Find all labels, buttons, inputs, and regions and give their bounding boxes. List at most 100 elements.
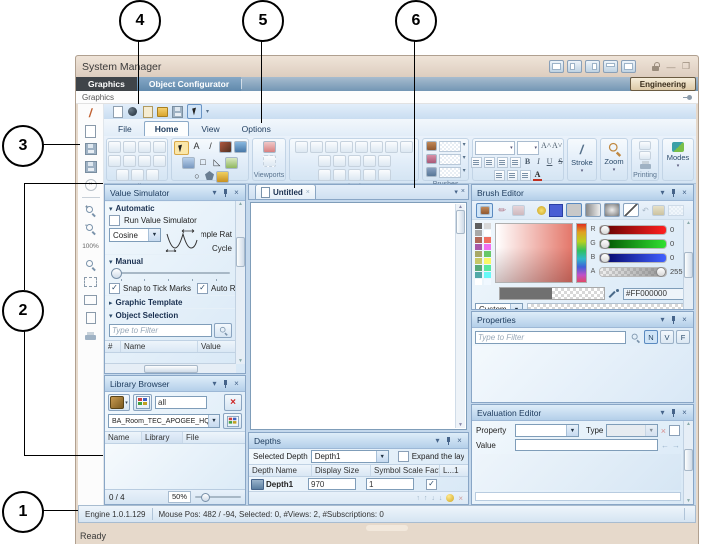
section-automatic[interactable]: ▾ Automatic [105,201,236,214]
shrink-font-icon[interactable]: A˅ [552,141,561,155]
add-depth-icon[interactable] [446,494,454,502]
column-value[interactable]: Value [198,341,236,352]
blue-slider[interactable] [599,253,667,263]
align-right-icon[interactable] [497,157,508,168]
selected-depth-select[interactable]: Depth1 ▼ [311,450,389,463]
slider-thumb[interactable] [111,268,122,279]
lock-icon[interactable] [652,62,660,71]
image-brush-target-icon[interactable] [512,205,525,216]
scroll-up-icon[interactable]: ▲ [686,220,691,226]
qa-new-icon[interactable] [112,106,123,117]
delete-depth-icon[interactable]: × [458,494,463,503]
stroke-button[interactable]: / Stroke ▾ [567,138,597,181]
polygon-tool-icon[interactable] [205,171,214,180]
value-simulator-hscrollbar[interactable] [105,363,236,373]
qa-open-folder-icon[interactable] [157,106,168,117]
auto-range-checkbox[interactable]: ✓ [197,283,208,294]
radial-gradient-brush-button[interactable] [604,203,620,217]
column-index[interactable]: # [105,341,121,352]
column-name[interactable]: Name [121,341,198,352]
value-simulator-vscrollbar[interactable]: ▲ ▼ [235,201,245,364]
bring-forward-icon[interactable] [348,155,361,167]
depth-row[interactable]: Depth1 ✓ [249,477,468,491]
panel-menu-icon[interactable]: ▾ [432,435,443,446]
fill-brush-dropdown-icon[interactable]: ▾ [463,141,466,152]
red-slider[interactable] [599,225,667,235]
alpha-slider[interactable] [599,267,667,277]
column-name[interactable]: Name [105,432,142,443]
color-swatch[interactable] [475,237,482,243]
tab-object-configurator[interactable]: Object Configurator [137,77,241,91]
type-select-disabled[interactable]: ▼ [606,424,657,437]
color-swatch[interactable] [475,258,482,264]
evaluation-body[interactable] [475,454,681,490]
color-swatch[interactable] [484,237,491,243]
clear-selection-icon[interactable] [333,169,346,181]
close-icon[interactable]: × [231,187,242,198]
evaluation-editor-header[interactable]: Evaluation Editor ▾ × [472,405,693,421]
text-brush-swatch[interactable] [439,167,461,178]
ungroup-icon[interactable] [310,141,323,153]
column-layers[interactable]: L...1 [440,465,468,476]
qa-more-icon[interactable]: ▾ [206,108,209,115]
properties-name-button[interactable]: N [644,330,658,344]
color-swatch[interactable] [475,244,482,250]
scroll-up-icon[interactable]: ▲ [238,201,243,207]
valign-bottom-icon[interactable] [520,170,531,181]
color-swatch[interactable] [475,251,482,257]
clear-evaluation-icon[interactable]: × [661,426,666,436]
send-back-icon[interactable] [370,141,383,153]
group-icon[interactable] [295,141,308,153]
ribbon-tab-home[interactable]: Home [144,121,190,136]
eyedropper-icon[interactable] [609,289,619,299]
format-painter-icon[interactable] [138,141,151,153]
fill-brush-icon[interactable] [426,141,437,151]
save-as-icon[interactable] [83,160,99,174]
evaluation-checkbox[interactable] [669,425,680,436]
paste-icon[interactable] [108,141,121,153]
manual-value-slider[interactable] [111,268,230,282]
fill-brush-target-button[interactable] [476,203,493,218]
color-swatch[interactable] [484,251,491,257]
solid-brush-button[interactable] [566,203,582,217]
move-bottom-icon[interactable]: ↓ [439,495,443,502]
pin-icon[interactable] [668,187,679,198]
zoom-selection-icon[interactable] [83,257,99,271]
strikethrough-icon[interactable]: S [556,157,565,168]
layout-split-right-icon[interactable] [585,60,600,73]
column-display-size[interactable]: Display Size [312,465,371,476]
brush-editor-header[interactable]: Brush Editor ▾ × [472,185,693,201]
close-tab-icon[interactable]: × [306,189,310,196]
fill-brush-swatch[interactable] [439,141,461,152]
pin-icon[interactable] [443,435,454,446]
panel-menu-icon[interactable]: ▾ [657,314,668,325]
cancel-icon[interactable]: × [83,178,99,192]
align-left-icon[interactable] [471,157,482,168]
refresh-icon[interactable] [146,169,159,181]
object-filter-input[interactable] [109,324,212,337]
color-swatch[interactable] [475,272,482,278]
hue-bar[interactable] [576,223,587,283]
library-package-button[interactable]: ▾ [108,394,130,411]
null-brush-button[interactable] [623,203,639,217]
viewport-icon[interactable] [83,293,99,307]
align-bottom-obj-icon[interactable] [318,169,331,181]
close-document-icon[interactable]: × [461,188,465,196]
tab-list-icon[interactable]: ▾ [454,188,458,196]
expand-layers-checkbox[interactable] [398,451,409,462]
restore-button[interactable]: ❒ [680,61,692,72]
underline-icon[interactable]: U [545,157,554,168]
text-brush-dropdown-icon[interactable]: ▾ [463,167,466,178]
minimize-button[interactable]: — [665,62,677,72]
snippet-icon[interactable] [83,311,99,325]
brush-type-select[interactable]: Custom ▼ [475,303,523,310]
section-manual[interactable]: ▾ Manual [105,254,236,267]
pattern-icon[interactable] [668,205,684,216]
deselect-icon[interactable] [340,141,353,153]
color-swatch[interactable] [475,265,482,271]
valign-top-icon[interactable] [494,170,505,181]
library-list[interactable] [105,444,245,489]
properties-search-button[interactable] [628,332,642,343]
align-left-obj-icon[interactable] [318,155,331,167]
color-swatch[interactable] [484,244,491,250]
